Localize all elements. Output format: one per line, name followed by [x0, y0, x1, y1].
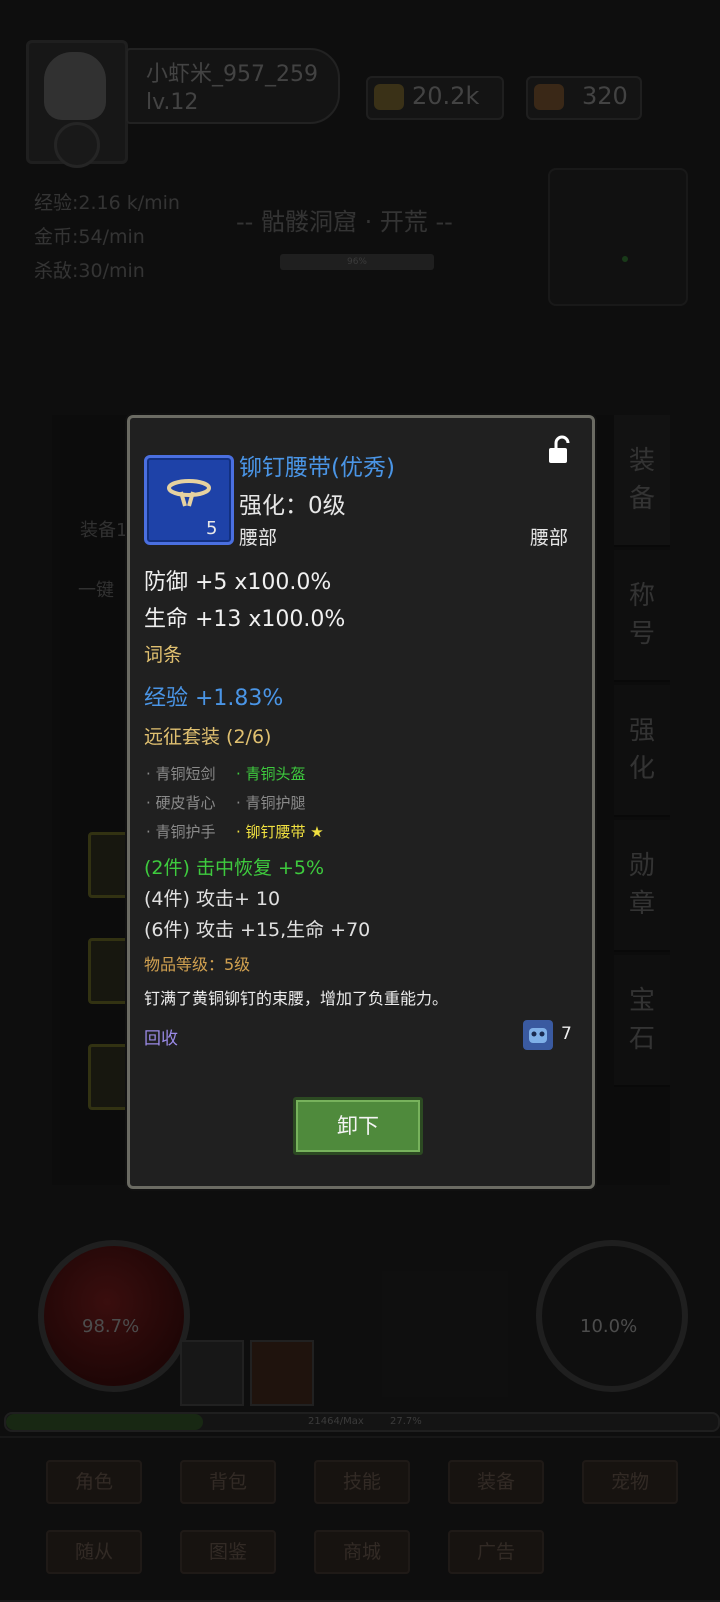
affix-exp: 经验 +1.83%	[144, 686, 284, 711]
unlock-icon[interactable]	[548, 435, 572, 465]
set-item-bronze-leggings: · 青铜护腿	[236, 794, 306, 812]
recycle-reward-count: 7	[561, 1024, 572, 1044]
affix-title: 词条	[144, 644, 183, 666]
set-bonus-6: (6件) 攻击 +15,生命 +70	[144, 919, 371, 941]
recycle-link[interactable]: 回收	[144, 1024, 178, 1049]
stat-defense: 防御 +5 x100.0%	[144, 570, 332, 595]
belt-icon	[167, 479, 211, 507]
item-description: 钉满了黄铜铆钉的束腰，增加了负重能力。	[144, 989, 449, 1008]
item-slot-type: 腰部	[239, 527, 278, 549]
item-icon-level: 5	[206, 518, 218, 539]
item-name: 铆钉腰带(优秀)	[239, 455, 395, 481]
item-level-requirement: 物品等级：5级	[144, 955, 251, 974]
set-bonus-4: (4件) 攻击+ 10	[144, 888, 281, 910]
set-item-bronze-sword: · 青铜短剑	[146, 765, 216, 783]
set-item-riveted-belt: · 铆钉腰带 ★	[236, 823, 324, 841]
item-slot-type-right: 腰部	[530, 527, 569, 549]
set-item-bronze-helmet: · 青铜头盔	[236, 765, 306, 783]
monster-essence-icon	[523, 1020, 553, 1050]
set-title: 远征套装 (2/6)	[144, 726, 272, 748]
unequip-button[interactable]: 卸下	[293, 1097, 423, 1155]
set-item-leather-vest: · 硬皮背心	[146, 794, 216, 812]
set-bonus-2: (2件) 击中恢复 +5%	[144, 857, 325, 879]
item-slot	[144, 455, 234, 545]
item-enhance-level: 强化：0级	[239, 493, 346, 519]
stat-hp: 生命 +13 x100.0%	[144, 607, 346, 632]
set-item-bronze-gauntlets: · 青铜护手	[146, 823, 216, 841]
